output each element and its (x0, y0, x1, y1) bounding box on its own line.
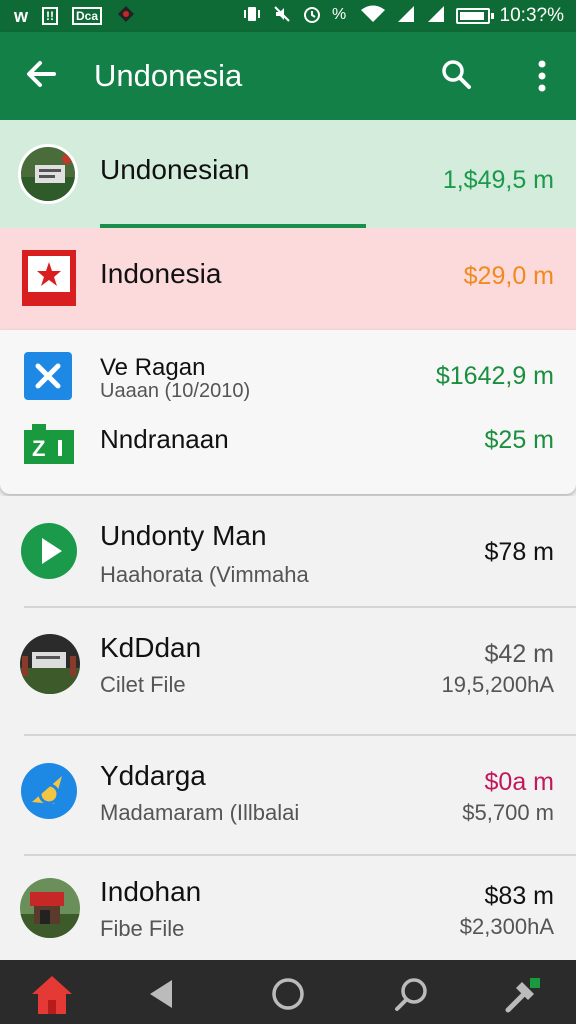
search-icon[interactable] (438, 56, 474, 92)
row-secondary-amount: 19,5,200hA (441, 672, 554, 697)
row-amount: $29,0 m (463, 262, 554, 290)
search-nav-icon[interactable] (390, 972, 434, 1016)
row-amount: 1,$49,5 m (442, 166, 554, 194)
row-subtitle: Uaaan (10/2010) (100, 380, 251, 402)
row-title: Ve Ragan (100, 354, 206, 381)
row-amount: $1642,9 m (435, 362, 554, 390)
home-icon[interactable] (30, 972, 74, 1016)
list-item[interactable]: Z Nndranaan $25 m (0, 410, 576, 494)
app-bar: Undonesia (0, 32, 576, 120)
z-tile-icon: Z (24, 424, 74, 469)
row-subtitle: Haahorata (Vimmaha (100, 562, 309, 587)
row-amount: $42 m (484, 640, 554, 668)
row-title: Undonty Man (100, 520, 267, 551)
back-triangle-icon[interactable] (140, 972, 184, 1016)
row-subtitle: Madamaram (Illbalai (100, 800, 300, 825)
back-arrow-icon[interactable] (22, 54, 62, 94)
row-amount: $78 m (484, 538, 554, 566)
row-title: Nndranaan (100, 424, 229, 454)
alarm-icon (302, 4, 322, 29)
w-icon: w (14, 6, 29, 26)
row-title: Yddarga (100, 760, 206, 791)
list-item[interactable]: Yddarga Madamaram (Illbalai $0a m $5,700… (0, 736, 576, 856)
row-subtitle: Cilet File (100, 672, 186, 697)
row-secondary-amount: $2,300hA (459, 914, 554, 939)
row-title: Undonesian (100, 154, 250, 185)
list-item[interactable]: Indonesia $29,0 m (0, 228, 576, 330)
more-vert-icon[interactable] (528, 56, 556, 96)
play-icon (20, 522, 78, 585)
wifi-icon (360, 4, 386, 29)
list-item[interactable]: Ve Ragan Uaaan (10/2010) $1642,9 m (0, 330, 576, 410)
list-item[interactable]: Indohan Fibe File $83 m $2,300hA (0, 856, 576, 960)
photo-avatar (18, 144, 78, 204)
app-icon (116, 4, 136, 29)
row-title: Indonesia (100, 258, 222, 289)
status-left: w !! Dca (14, 4, 136, 28)
tool-icon[interactable] (500, 972, 544, 1016)
svg-text:Z: Z (32, 436, 45, 461)
compass-icon (20, 762, 78, 825)
page-title: Undonesia (94, 58, 243, 93)
flag-icon (22, 250, 76, 311)
gallery-icon: Dca (72, 7, 103, 25)
vibrate-icon (242, 4, 262, 29)
status-bar: w !! Dca % 10:3?% (0, 0, 576, 32)
data-icon: % (332, 4, 350, 29)
row-title: Indohan (100, 876, 202, 907)
svg-text:%: % (332, 6, 346, 23)
list-item[interactable]: Undonesian 1,$49,5 m (0, 120, 576, 228)
nav-bar (0, 960, 576, 1024)
list-item[interactable]: Undonty Man Haahorata (Vimmaha $78 m (0, 496, 576, 608)
row-title: KdDdan (100, 632, 202, 663)
row-amount: $0a m (484, 768, 554, 796)
row-subtitle: Fibe File (100, 916, 185, 941)
list-item[interactable]: KdDdan Cilet File $42 m 19,5,200hA (0, 608, 576, 736)
sim-icon: !! (42, 7, 59, 25)
no-sound-icon (272, 4, 292, 29)
battery-icon (455, 8, 494, 24)
row-secondary-amount: $5,700 m (462, 800, 554, 825)
photo-avatar (20, 878, 80, 938)
group-card: Ve Ragan Uaaan (10/2010) $1642,9 m Z Nnd… (0, 330, 576, 494)
list: Undonty Man Haahorata (Vimmaha $78 m KdD… (0, 496, 576, 960)
signal-icon (426, 4, 446, 29)
close-tile-icon (24, 352, 72, 405)
status-time: 10:3?% (499, 5, 564, 26)
signal-icon (396, 4, 416, 29)
status-right: % 10:3?% (242, 4, 564, 28)
row-amount: $25 m (484, 426, 554, 454)
home-circle-icon[interactable] (266, 972, 310, 1016)
photo-avatar (20, 634, 80, 694)
row-amount: $83 m (484, 882, 554, 910)
